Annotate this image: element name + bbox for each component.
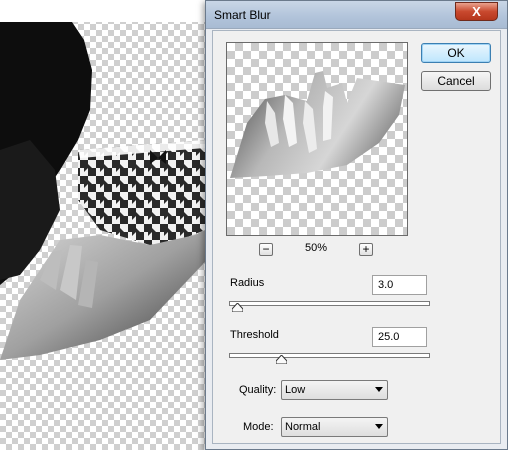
chevron-down-icon (375, 424, 383, 429)
dialog-body: OK Cancel − 50% + Radius 3.0 Threshold 2… (212, 30, 501, 444)
close-icon: X (472, 4, 481, 19)
mode-label: Mode: (243, 421, 274, 433)
chevron-down-icon (375, 387, 383, 392)
slider-thumb-icon (276, 355, 287, 364)
ok-button[interactable]: OK (421, 43, 491, 63)
mode-select[interactable]: Normal (281, 417, 388, 437)
preview-image (230, 71, 405, 178)
canvas-image-layer (0, 22, 205, 360)
zoom-out-button[interactable]: − (259, 243, 273, 256)
zoom-in-button[interactable]: + (359, 243, 373, 256)
close-button[interactable]: X (455, 2, 498, 21)
threshold-field[interactable]: 25.0 (372, 327, 427, 347)
slider-thumb-icon (232, 303, 243, 312)
smart-blur-dialog: Smart Blur X OK Cancel − 50% + Radius 3.… (205, 0, 508, 450)
cancel-button[interactable]: Cancel (421, 71, 491, 91)
zoom-level: 50% (304, 242, 328, 254)
dialog-title: Smart Blur (214, 8, 271, 22)
radius-slider[interactable] (229, 301, 430, 306)
threshold-slider[interactable] (229, 353, 430, 358)
quality-select[interactable]: Low (281, 380, 388, 400)
mode-selected-value: Normal (285, 421, 321, 433)
radius-field[interactable]: 3.0 (372, 275, 427, 295)
title-bar[interactable]: Smart Blur X (206, 1, 507, 29)
quality-selected-value: Low (285, 384, 306, 396)
radius-label: Radius (230, 277, 265, 289)
threshold-label: Threshold (230, 329, 279, 341)
quality-label: Quality: (239, 384, 277, 396)
preview-pane[interactable] (226, 42, 408, 236)
